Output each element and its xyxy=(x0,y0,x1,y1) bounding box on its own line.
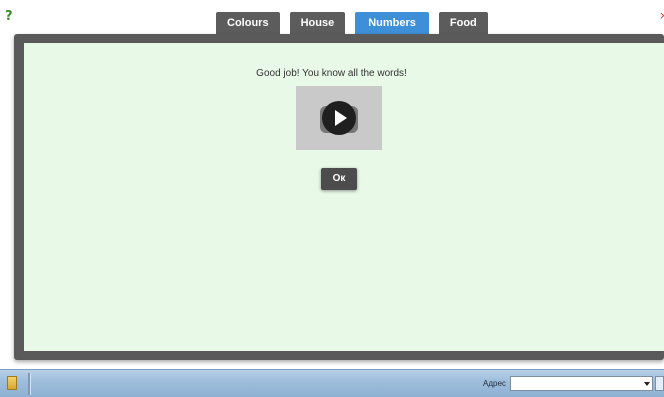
completion-message: Good job! You know all the words! xyxy=(256,68,407,79)
tab-numbers[interactable]: Numbers xyxy=(355,12,429,34)
taskbar-divider xyxy=(28,373,31,395)
game-panel: Good job! You know all the words! Ок xyxy=(24,43,664,351)
play-icon[interactable] xyxy=(322,101,356,135)
folder-icon[interactable] xyxy=(7,376,17,390)
tab-house[interactable]: House xyxy=(289,12,346,34)
taskbar: Адрес xyxy=(0,369,664,397)
chevron-down-icon[interactable] xyxy=(644,382,650,386)
tab-food[interactable]: Food xyxy=(438,12,488,34)
help-icon[interactable]: ? xyxy=(5,10,19,24)
address-label: Адрес xyxy=(483,379,506,388)
address-input[interactable] xyxy=(510,376,653,391)
category-tabs: Colours House Numbers Food xyxy=(216,12,498,34)
go-button[interactable] xyxy=(655,376,664,391)
game-frame: Good job! You know all the words! Ок xyxy=(14,34,664,360)
close-icon[interactable]: × xyxy=(659,12,664,20)
tab-colours[interactable]: Colours xyxy=(216,12,280,34)
video-player[interactable] xyxy=(296,86,382,150)
ok-button[interactable]: Ок xyxy=(321,168,357,190)
